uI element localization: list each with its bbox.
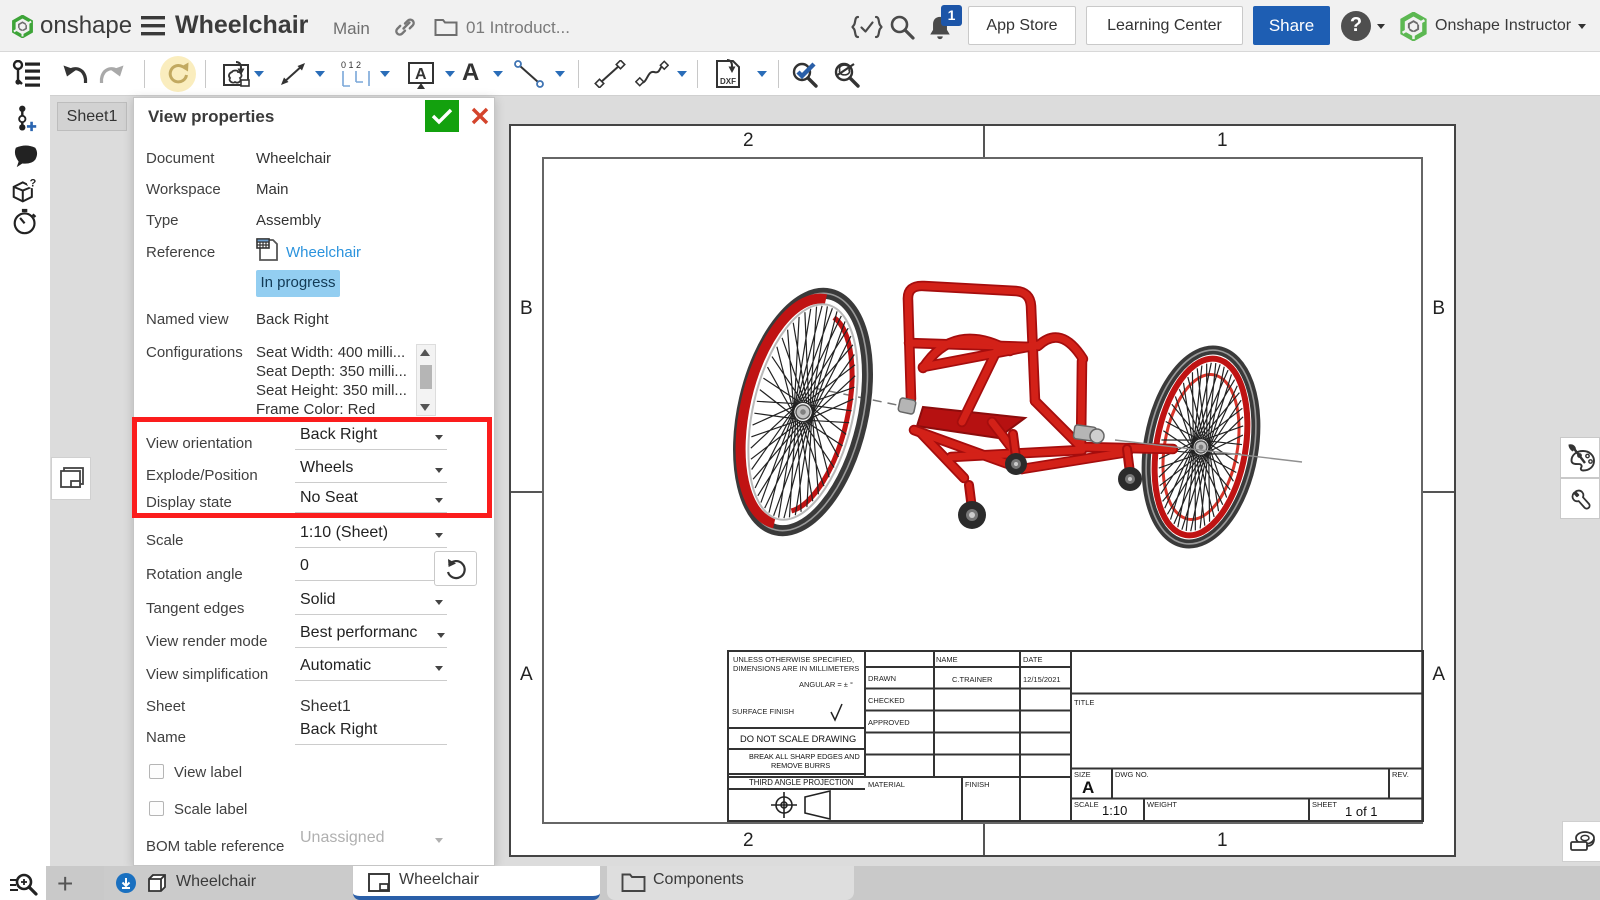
svg-text:REV.: REV.: [1392, 770, 1409, 779]
svg-text:WEIGHT: WEIGHT: [1147, 800, 1177, 809]
svg-text:DIMENSIONS ARE IN MILLIMETERS: DIMENSIONS ARE IN MILLIMETERS: [733, 664, 859, 673]
svg-text:DATE: DATE: [1023, 655, 1042, 664]
svg-text:A: A: [415, 66, 427, 83]
svg-text:DWG NO.: DWG NO.: [1115, 770, 1149, 779]
svg-text:TITLE: TITLE: [1074, 698, 1094, 707]
svg-text:C.TRAINER: C.TRAINER: [952, 675, 993, 684]
svg-text:APPROVED: APPROVED: [868, 718, 910, 727]
svg-text:UNLESS OTHERWISE SPECIFIED,: UNLESS OTHERWISE SPECIFIED,: [733, 655, 854, 664]
svg-text:CHECKED: CHECKED: [868, 696, 905, 705]
svg-text:MATERIAL: MATERIAL: [868, 780, 905, 789]
svg-text:?: ?: [30, 177, 37, 189]
svg-text:DRAWN: DRAWN: [868, 674, 896, 683]
svg-text:SURFACE FINISH: SURFACE FINISH: [732, 707, 794, 716]
svg-text:REMOVE BURRS: REMOVE BURRS: [771, 761, 830, 770]
svg-text:SHEET: SHEET: [1312, 800, 1337, 809]
svg-text:NAME: NAME: [936, 655, 958, 664]
svg-text:A: A: [1082, 778, 1094, 797]
svg-text:DXF: DXF: [720, 77, 736, 86]
svg-text:12/15/2021: 12/15/2021: [1023, 675, 1061, 684]
svg-text:ANGULAR = ± °: ANGULAR = ± °: [799, 680, 853, 689]
svg-text:1:10: 1:10: [1102, 803, 1127, 818]
svg-text:BREAK ALL SHARP EDGES AND: BREAK ALL SHARP EDGES AND: [749, 752, 860, 761]
svg-text:THIRD ANGLE PROJECTION: THIRD ANGLE PROJECTION: [749, 778, 853, 787]
svg-text:DO NOT SCALE DRAWING: DO NOT SCALE DRAWING: [740, 734, 856, 744]
svg-text:1 of 1: 1 of 1: [1345, 804, 1378, 819]
svg-text:0 1 2: 0 1 2: [341, 60, 361, 70]
svg-text:SCALE: SCALE: [1074, 800, 1099, 809]
svg-text:FINISH: FINISH: [965, 780, 990, 789]
